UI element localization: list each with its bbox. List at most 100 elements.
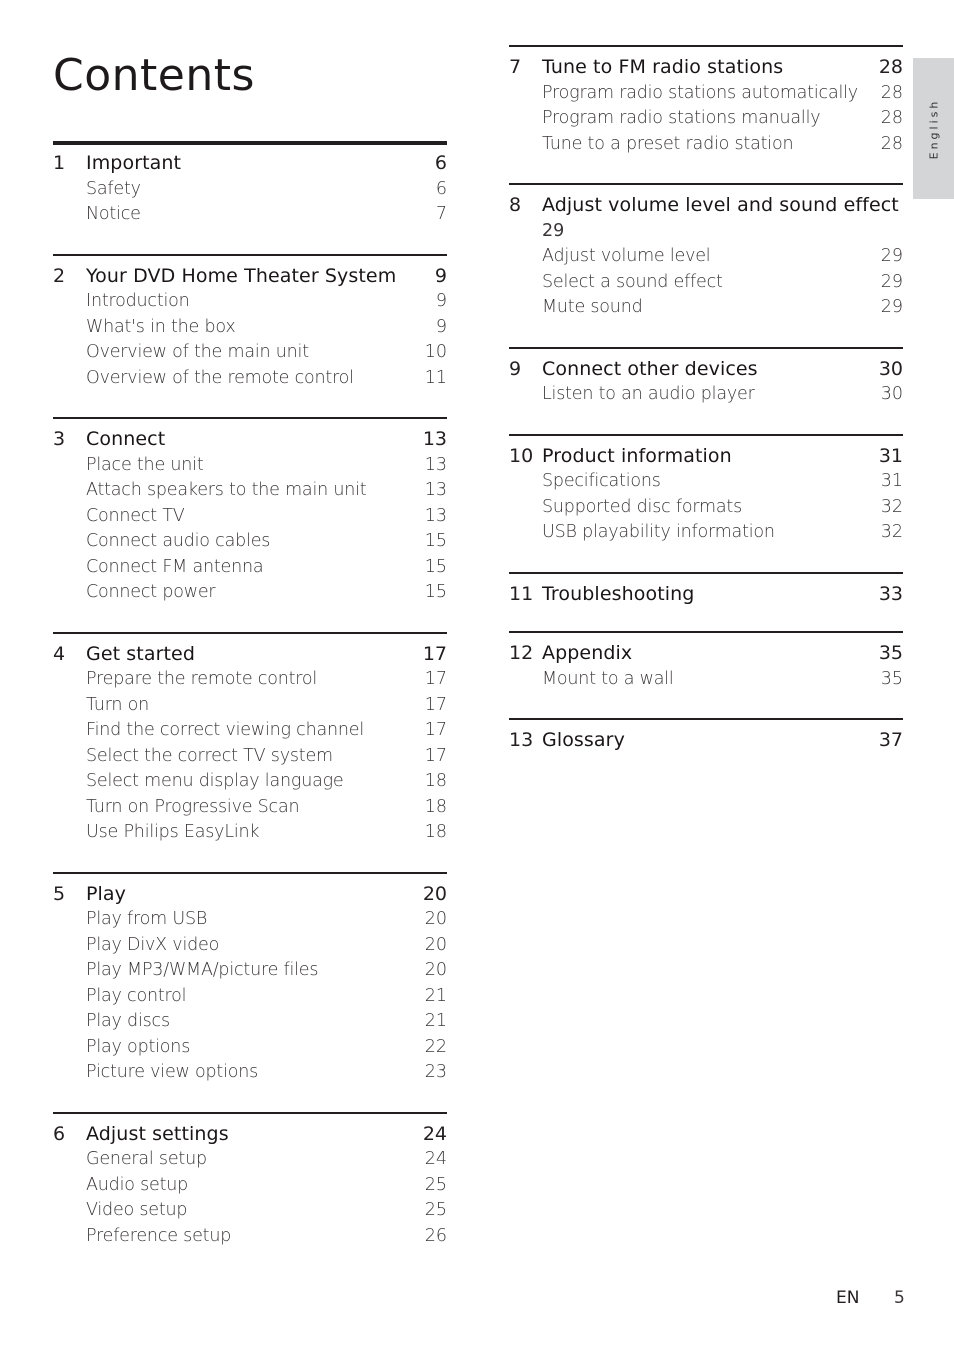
entry-label[interactable]: Play MP3/WMA/picture files [53, 958, 425, 984]
chapter-title[interactable]: Get started [86, 642, 423, 668]
toc-entry[interactable]: Connect FM antenna 15 [53, 555, 447, 581]
chapter-title[interactable]: Adjust settings [86, 1122, 423, 1148]
toc-entry[interactable]: Play options 22 [53, 1035, 447, 1061]
toc-entry[interactable]: Overview of the remote control 11 [53, 366, 447, 392]
entry-label[interactable]: Preference setup [53, 1224, 425, 1250]
entry-label[interactable]: Connect audio cables [53, 529, 425, 555]
entry-label[interactable]: Select menu display language [53, 769, 425, 795]
entry-label[interactable]: Connect TV [53, 504, 425, 530]
entry-label[interactable]: Mount to a wall [509, 667, 881, 693]
chapter-title[interactable]: Troubleshooting [542, 582, 879, 608]
toc-entry[interactable]: Introduction 9 [53, 289, 447, 315]
toc-chapter-heading[interactable]: 4 Get started 17 [53, 642, 447, 668]
entry-label[interactable]: Program radio stations automatically [509, 81, 881, 107]
toc-entry[interactable]: Find the correct viewing channel 17 [53, 718, 447, 744]
entry-label[interactable]: Supported disc formats [509, 495, 881, 521]
toc-entry[interactable]: Select a sound effect 29 [509, 270, 903, 296]
entry-label[interactable]: Play discs [53, 1009, 425, 1035]
toc-entry[interactable]: Connect audio cables 15 [53, 529, 447, 555]
toc-entry[interactable]: Safety 6 [53, 177, 447, 203]
toc-entry[interactable]: Place the unit 13 [53, 453, 447, 479]
toc-entry[interactable]: Mount to a wall 35 [509, 667, 903, 693]
chapter-title[interactable]: Connect other devices [542, 357, 879, 383]
entry-label[interactable]: Select the correct TV system [53, 744, 425, 770]
entry-label[interactable]: Overview of the remote control [53, 366, 425, 392]
entry-label[interactable]: Place the unit [53, 453, 425, 479]
toc-chapter-heading[interactable]: 13 Glossary 37 [509, 728, 903, 754]
chapter-title[interactable]: Glossary [542, 728, 879, 754]
toc-entry[interactable]: Prepare the remote control 17 [53, 667, 447, 693]
entry-label[interactable]: Turn on [53, 693, 425, 719]
toc-entry[interactable]: Play from USB 20 [53, 907, 447, 933]
toc-entry[interactable]: Supported disc formats 32 [509, 495, 903, 521]
entry-label[interactable]: Find the correct viewing channel [53, 718, 425, 744]
entry-label[interactable]: What's in the box [53, 315, 436, 341]
toc-chapter-heading[interactable]: 6 Adjust settings 24 [53, 1122, 447, 1148]
toc-entry[interactable]: Play MP3/WMA/picture files 20 [53, 958, 447, 984]
chapter-title[interactable]: Your DVD Home Theater System [86, 264, 435, 290]
entry-label[interactable]: General setup [53, 1147, 425, 1173]
entry-label[interactable]: Attach speakers to the main unit [53, 478, 425, 504]
chapter-title[interactable]: Product information [542, 444, 879, 470]
chapter-title[interactable]: Important [86, 151, 435, 177]
chapter-title[interactable]: Adjust volume level and sound effect [542, 193, 903, 219]
toc-chapter-heading[interactable]: 1 Important 6 [53, 151, 447, 177]
toc-chapter-heading[interactable]: 10 Product information 31 [509, 444, 903, 470]
toc-entry[interactable]: Select the correct TV system 17 [53, 744, 447, 770]
toc-entry[interactable]: Play control 21 [53, 984, 447, 1010]
entry-label[interactable]: Audio setup [53, 1173, 425, 1199]
entry-label[interactable]: Turn on Progressive Scan [53, 795, 425, 821]
entry-label[interactable]: Introduction [53, 289, 436, 315]
toc-entry[interactable]: Preference setup 26 [53, 1224, 447, 1250]
chapter-title[interactable]: Appendix [542, 641, 879, 667]
entry-label[interactable]: Notice [53, 202, 436, 228]
entry-label[interactable]: Play DivX video [53, 933, 425, 959]
entry-label[interactable]: Picture view options [53, 1060, 425, 1086]
entry-label[interactable]: Tune to a preset radio station [509, 132, 881, 158]
toc-entry[interactable]: USB playability information 32 [509, 520, 903, 546]
entry-label[interactable]: Specifications [509, 469, 881, 495]
entry-label[interactable]: Safety [53, 177, 436, 203]
chapter-title[interactable]: Connect [86, 427, 423, 453]
toc-entry[interactable]: General setup 24 [53, 1147, 447, 1173]
toc-chapter-heading[interactable]: 5 Play 20 [53, 882, 447, 908]
toc-entry[interactable]: Adjust volume level 29 [509, 244, 903, 270]
toc-entry[interactable]: Use Philips EasyLink 18 [53, 820, 447, 846]
toc-entry[interactable]: Select menu display language 18 [53, 769, 447, 795]
toc-entry[interactable]: Connect TV 13 [53, 504, 447, 530]
toc-chapter-heading[interactable]: 8 Adjust volume level and sound effect [509, 193, 903, 219]
chapter-title[interactable]: Play [86, 882, 423, 908]
toc-entry[interactable]: Overview of the main unit 10 [53, 340, 447, 366]
toc-entry[interactable]: Turn on Progressive Scan 18 [53, 795, 447, 821]
toc-entry[interactable]: Notice 7 [53, 202, 447, 228]
entry-label[interactable]: Overview of the main unit [53, 340, 425, 366]
toc-entry[interactable]: Picture view options 23 [53, 1060, 447, 1086]
entry-label[interactable]: Play control [53, 984, 425, 1010]
toc-chapter-heading[interactable]: 12 Appendix 35 [509, 641, 903, 667]
toc-entry[interactable]: Mute sound 29 [509, 295, 903, 321]
entry-label[interactable]: Prepare the remote control [53, 667, 425, 693]
entry-label[interactable]: Connect power [53, 580, 425, 606]
chapter-title[interactable]: Tune to FM radio stations [542, 55, 879, 81]
toc-entry[interactable]: Turn on 17 [53, 693, 447, 719]
entry-label[interactable]: Program radio stations manually [509, 106, 881, 132]
toc-entry[interactable]: Program radio stations automatically 28 [509, 81, 903, 107]
toc-chapter-heading[interactable]: 3 Connect 13 [53, 427, 447, 453]
entry-label[interactable]: Connect FM antenna [53, 555, 425, 581]
entry-label[interactable]: Use Philips EasyLink [53, 820, 425, 846]
entry-label[interactable]: Adjust volume level [509, 244, 881, 270]
toc-entry[interactable]: Play DivX video 20 [53, 933, 447, 959]
entry-label[interactable]: Listen to an audio player [509, 382, 881, 408]
toc-entry[interactable]: Play discs 21 [53, 1009, 447, 1035]
toc-chapter-heading[interactable]: 2 Your DVD Home Theater System 9 [53, 264, 447, 290]
toc-chapter-heading[interactable]: 7 Tune to FM radio stations 28 [509, 55, 903, 81]
entry-label[interactable]: Play options [53, 1035, 425, 1061]
toc-entry[interactable]: Audio setup 25 [53, 1173, 447, 1199]
entry-label[interactable]: Select a sound effect [509, 270, 881, 296]
entry-label[interactable]: Play from USB [53, 907, 425, 933]
toc-entry[interactable]: What's in the box 9 [53, 315, 447, 341]
toc-entry[interactable]: Video setup 25 [53, 1198, 447, 1224]
entry-label[interactable]: USB playability information [509, 520, 881, 546]
toc-entry[interactable]: Attach speakers to the main unit 13 [53, 478, 447, 504]
entry-label[interactable]: Mute sound [509, 295, 881, 321]
